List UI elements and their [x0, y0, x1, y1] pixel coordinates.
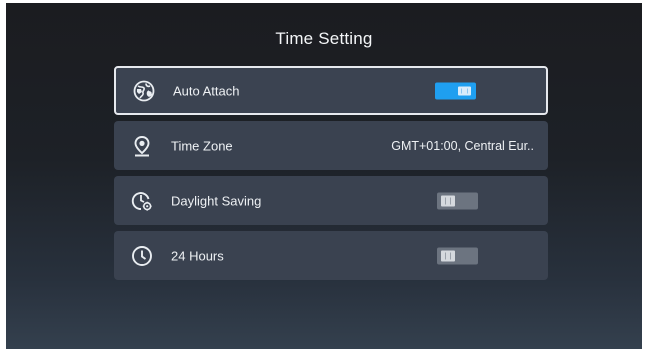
auto-attach-toggle[interactable] [435, 82, 476, 99]
settings-item-label: Daylight Saving [171, 193, 262, 208]
settings-item-label: 24 Hours [171, 248, 224, 263]
globe-icon [133, 80, 155, 102]
toggle-knob [441, 250, 455, 261]
settings-item-daylight-saving[interactable]: Daylight Saving [114, 176, 548, 225]
toggle-knob [441, 195, 455, 206]
settings-screen: Time Setting Auto Attach Time Zone GMT+0… [6, 3, 642, 349]
settings-item-24-hours[interactable]: 24 Hours [114, 231, 548, 280]
time-zone-value: GMT+01:00, Central Eur.. [391, 138, 534, 153]
settings-list: Auto Attach Time Zone GMT+01:00, Central… [114, 66, 548, 286]
daylight-saving-toggle[interactable] [437, 192, 478, 209]
toggle-knob [458, 86, 471, 95]
page-title: Time Setting [275, 29, 373, 48]
clock-icon [131, 245, 153, 267]
settings-item-auto-attach[interactable]: Auto Attach [114, 66, 548, 115]
settings-item-label: Auto Attach [173, 83, 240, 98]
settings-item-time-zone[interactable]: Time Zone GMT+01:00, Central Eur.. [114, 121, 548, 170]
clock-gear-icon [131, 190, 153, 212]
settings-item-label: Time Zone [171, 138, 233, 153]
24-hours-toggle[interactable] [437, 247, 478, 264]
location-pin-icon [131, 135, 153, 157]
